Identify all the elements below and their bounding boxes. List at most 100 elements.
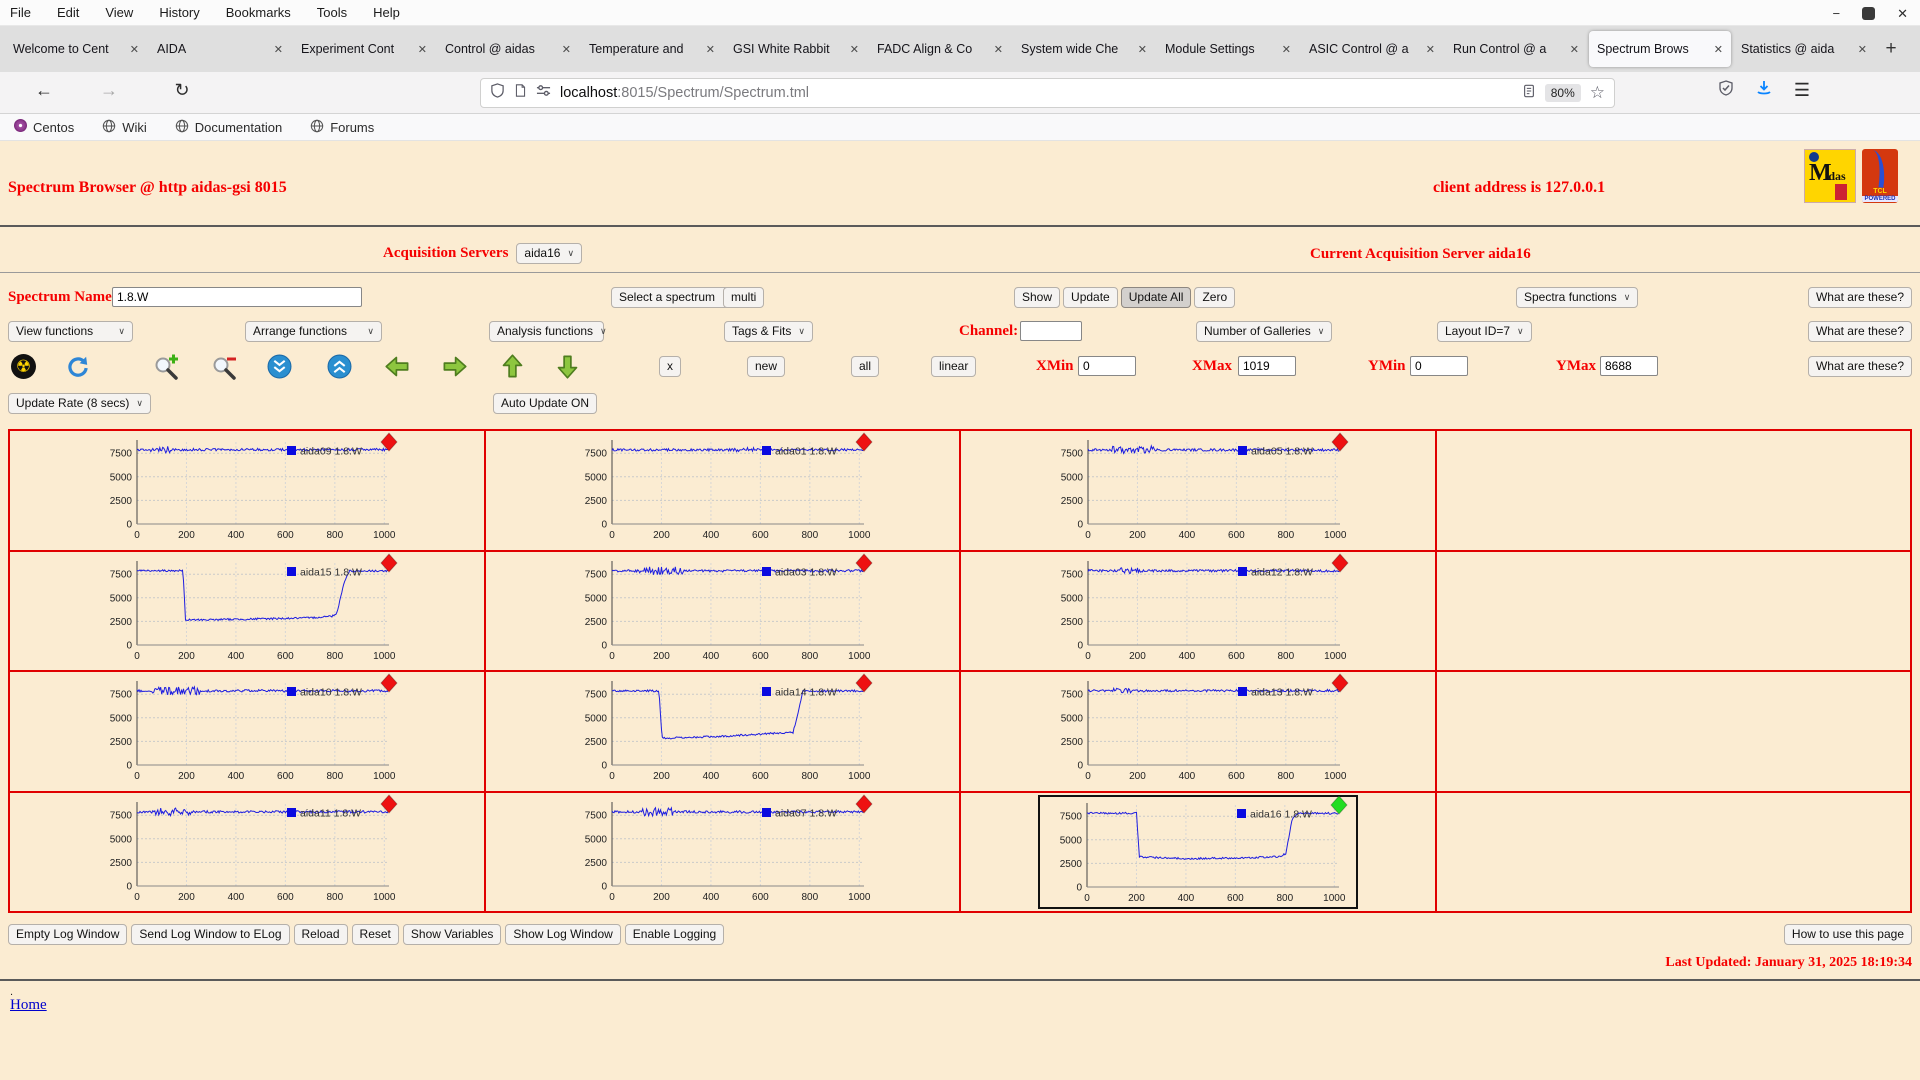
tab-close-icon[interactable]: ✕ (274, 43, 283, 56)
xmin-input[interactable] (1078, 356, 1136, 376)
browser-tab[interactable]: Temperature and ✕ (581, 31, 723, 67)
maximize-button[interactable] (1862, 6, 1876, 20)
update-button[interactable]: Update (1063, 287, 1118, 308)
reload-icon[interactable]: ↻ (168, 80, 196, 101)
chart-aida03[interactable]: 0 2500 5000 7500 0 200 400 600 800 1000 aida03 1.8… (567, 552, 877, 665)
radiation-icon[interactable]: ☢ (10, 353, 37, 380)
chart-aida14[interactable]: 0 2500 5000 7500 0 200 400 600 800 1000 aida14 1.8… (567, 673, 877, 785)
spectrum-plot-aida11[interactable]: 0 2500 5000 7500 0 200 400 600 800 1000 aida11 1.8… (92, 793, 402, 906)
acquisition-server-select[interactable]: aida16 ∨ (516, 243, 583, 264)
show-variables-button[interactable]: Show Variables (402, 924, 502, 945)
browser-tab[interactable]: Spectrum Brows ✕ (1589, 31, 1731, 67)
status-diamond-icon[interactable] (380, 552, 398, 573)
url-bar[interactable]: localhost:8015/Spectrum/Spectrum.tml 80%… (480, 78, 1615, 108)
menu-edit[interactable]: Edit (57, 5, 79, 20)
chart-aida09[interactable]: 0 2500 5000 7500 0 200 400 600 800 1000 aida09 1.8… (92, 432, 402, 544)
x-button[interactable]: x (659, 356, 681, 377)
shield-check-icon[interactable] (1712, 80, 1740, 101)
chart-aida11[interactable]: 0 2500 5000 7500 0 200 400 600 800 1000 aida11 1.8… (92, 793, 402, 906)
tab-close-icon[interactable]: ✕ (1426, 43, 1435, 56)
spectrum-plot-aida16[interactable]: 0 2500 5000 7500 0 200 400 600 800 1000 aida16 1.8… (1042, 794, 1352, 907)
spectra-functions-dropdown[interactable]: Spectra functions ∨ (1516, 287, 1639, 308)
chart-aida13[interactable]: 0 2500 5000 7500 0 200 400 600 800 1000 aida13 1.8… (1043, 673, 1353, 785)
browser-tab[interactable]: Experiment Cont ✕ (293, 31, 435, 67)
tab-close-icon[interactable]: ✕ (418, 43, 427, 56)
chart-aida10[interactable]: 0 2500 5000 7500 0 200 400 600 800 1000 aida10 1.8… (92, 673, 402, 785)
chart-aida12[interactable]: 0 2500 5000 7500 0 200 400 600 800 1000 aida12 1.8… (1043, 552, 1353, 665)
spectrum-plot-aida10[interactable]: 0 2500 5000 7500 0 200 400 600 800 1000 aida10 1.8… (92, 673, 402, 785)
arrow-up-icon[interactable] (499, 353, 526, 380)
analysis-functions-dropdown[interactable]: Analysis functions ∨ (489, 321, 607, 342)
update-all-button[interactable]: Update All (1120, 287, 1192, 308)
multi-button[interactable]: multi (723, 287, 765, 308)
downloads-icon[interactable] (1750, 80, 1778, 101)
tab-close-icon[interactable]: ✕ (130, 43, 139, 56)
zoom-out-icon[interactable] (210, 353, 237, 380)
chart-aida07[interactable]: 0 2500 5000 7500 0 200 400 600 800 1000 aida07 1.8… (567, 793, 877, 906)
ymin-input[interactable] (1410, 356, 1468, 376)
status-diamond-icon[interactable] (855, 432, 873, 453)
menu-bookmarks[interactable]: Bookmarks (226, 5, 291, 20)
what-are-these-button[interactable]: What are these? (1807, 287, 1912, 308)
zoom-level-badge[interactable]: 80% (1544, 84, 1581, 102)
spectrum-plot-aida07[interactable]: 0 2500 5000 7500 0 200 400 600 800 1000 aida07 1.8… (567, 793, 877, 906)
status-diamond-icon[interactable] (380, 793, 398, 814)
zero-button[interactable]: Zero (1194, 287, 1236, 308)
tab-close-icon[interactable]: ✕ (562, 43, 571, 56)
status-diamond-icon[interactable] (1331, 673, 1349, 694)
browser-tab[interactable]: GSI White Rabbit ✕ (725, 31, 867, 67)
what-are-these-button[interactable]: What are these? (1807, 321, 1912, 342)
arrow-right-icon[interactable] (441, 353, 468, 380)
url-text[interactable]: localhost:8015/Spectrum/Spectrum.tml (560, 85, 1513, 101)
browser-tab[interactable]: AIDA ✕ (149, 31, 291, 67)
menu-help[interactable]: Help (373, 5, 400, 20)
number-of-galleries-dropdown[interactable]: Number of Galleries ∨ (1196, 321, 1333, 342)
zoom-in-icon[interactable] (152, 353, 179, 380)
home-link[interactable]: Home (10, 997, 47, 1014)
new-button[interactable]: new (747, 356, 786, 377)
linear-button[interactable]: linear (931, 356, 977, 377)
minimize-button[interactable]: − (1833, 7, 1841, 20)
browser-tab[interactable]: Module Settings ✕ (1157, 31, 1299, 67)
spectrum-plot-aida09[interactable]: 0 2500 5000 7500 0 200 400 600 800 1000 aida09 1.8… (92, 432, 402, 544)
chart-aida01[interactable]: 0 2500 5000 7500 0 200 400 600 800 1000 aida01 1.8… (567, 432, 877, 544)
back-icon[interactable]: ← (30, 80, 58, 101)
new-tab-button[interactable]: + (1876, 34, 1906, 64)
status-diamond-icon[interactable] (855, 552, 873, 573)
bookmark-documentation[interactable]: Documentation (175, 119, 282, 136)
arrange-functions-dropdown[interactable]: Arrange functions ∨ (245, 321, 382, 342)
status-diamond-icon[interactable] (1330, 794, 1348, 815)
bookmark-forums[interactable]: Forums (310, 119, 374, 136)
hamburger-menu-icon[interactable]: ☰ (1788, 80, 1816, 101)
spectrum-plot-aida03[interactable]: 0 2500 5000 7500 0 200 400 600 800 1000 aida03 1.8… (567, 552, 877, 665)
spectrum-plot-aida01[interactable]: 0 2500 5000 7500 0 200 400 600 800 1000 aida01 1.8… (567, 432, 877, 544)
tab-close-icon[interactable]: ✕ (1138, 43, 1147, 56)
bookmark-wiki[interactable]: Wiki (102, 119, 147, 136)
browser-tab[interactable]: Welcome to Cent ✕ (5, 31, 147, 67)
chart-aida05[interactable]: 0 2500 5000 7500 0 200 400 600 800 1000 aida05 1.8… (1043, 432, 1353, 544)
chart-aida16[interactable]: 0 2500 5000 7500 0 200 400 600 800 1000 aida16 1.8… (1037, 794, 1358, 909)
tab-close-icon[interactable]: ✕ (706, 43, 715, 56)
how-to-use-button[interactable]: How to use this page (1783, 924, 1912, 945)
xmax-input[interactable] (1238, 356, 1296, 376)
empty-log-window-button[interactable]: Empty Log Window (8, 924, 128, 945)
select-spectrum-dropdown[interactable]: Select a spectrum∨ (611, 287, 737, 308)
spectrum-plot-aida15[interactable]: 0 2500 5000 7500 0 200 400 600 800 1000 aida15 1.8… (92, 552, 402, 665)
tab-close-icon[interactable]: ✕ (850, 43, 859, 56)
show-button[interactable]: Show (1014, 287, 1061, 308)
forward-icon[interactable]: → (95, 80, 123, 101)
spectrum-plot-aida05[interactable]: 0 2500 5000 7500 0 200 400 600 800 1000 aida05 1.8… (1043, 432, 1353, 544)
arrow-left-icon[interactable] (384, 353, 411, 380)
spectrum-plot-aida14[interactable]: 0 2500 5000 7500 0 200 400 600 800 1000 aida14 1.8… (567, 673, 877, 785)
chart-aida15[interactable]: 0 2500 5000 7500 0 200 400 600 800 1000 aida15 1.8… (92, 552, 402, 665)
browser-tab[interactable]: Control @ aidas ✕ (437, 31, 579, 67)
menu-history[interactable]: History (159, 5, 199, 20)
browser-tab[interactable]: Statistics @ aida ✕ (1733, 31, 1875, 67)
view-functions-dropdown[interactable]: View functions ∨ (8, 321, 133, 342)
close-button[interactable]: ✕ (1897, 7, 1908, 20)
tab-close-icon[interactable]: ✕ (1858, 43, 1867, 56)
send-log-window-to-elog-button[interactable]: Send Log Window to ELog (131, 924, 290, 945)
reset-button[interactable]: Reset (351, 924, 399, 945)
spectrum-plot-aida13[interactable]: 0 2500 5000 7500 0 200 400 600 800 1000 aida13 1.8… (1043, 673, 1353, 785)
status-diamond-icon[interactable] (380, 673, 398, 694)
